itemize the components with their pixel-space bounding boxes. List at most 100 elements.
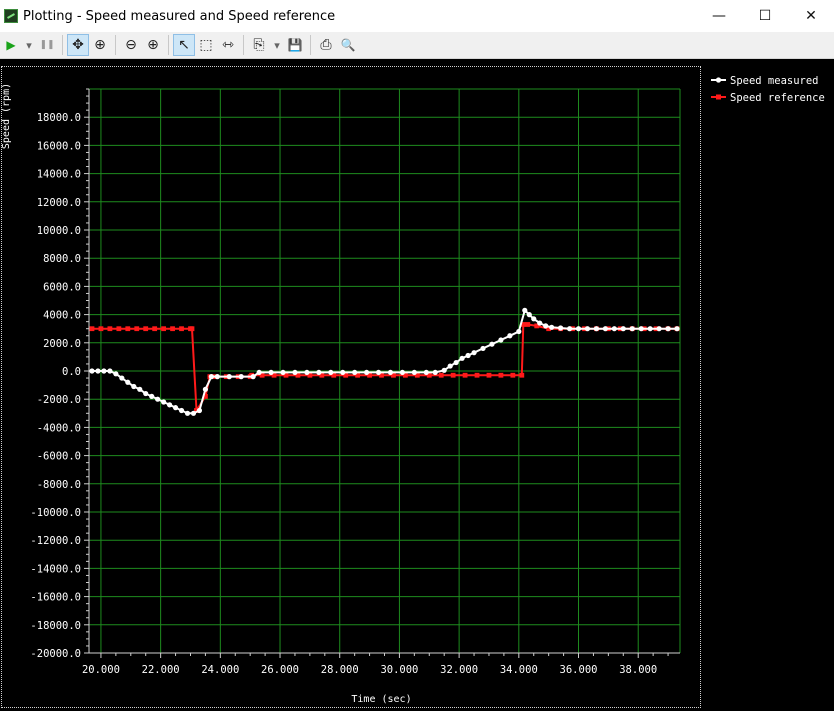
data-point bbox=[214, 374, 220, 380]
data-point bbox=[89, 326, 95, 332]
x-tick-label: 26.000 bbox=[261, 664, 299, 676]
data-point bbox=[611, 326, 617, 332]
y-tick-label: 14000.0 bbox=[37, 169, 81, 181]
y-tick-label: -2000.0 bbox=[37, 394, 81, 406]
zoom-out-icon[interactable]: ⊖ bbox=[120, 34, 142, 56]
toolbar-separator bbox=[168, 35, 169, 55]
play-menu-chevron-icon[interactable]: ▾ bbox=[22, 34, 36, 56]
data-point bbox=[340, 369, 346, 376]
data-point bbox=[549, 324, 555, 330]
data-point bbox=[161, 399, 167, 405]
legend-marker bbox=[715, 77, 722, 83]
cursor-icon[interactable]: ⇿ bbox=[217, 34, 239, 56]
data-point bbox=[226, 374, 232, 380]
data-point bbox=[543, 323, 549, 329]
data-point bbox=[125, 379, 131, 385]
y-tick-label: 18000.0 bbox=[37, 112, 81, 124]
data-point bbox=[131, 383, 137, 390]
data-point bbox=[250, 374, 256, 380]
data-point bbox=[316, 369, 322, 376]
data-point bbox=[510, 372, 516, 378]
toolbar-separator bbox=[310, 35, 311, 55]
zoom-in-icon[interactable]: ⊕ bbox=[142, 34, 164, 56]
data-point bbox=[107, 326, 113, 332]
data-point bbox=[519, 372, 525, 378]
data-point bbox=[292, 369, 298, 376]
data-point bbox=[474, 372, 480, 378]
y-tick-label: -10000.0 bbox=[30, 507, 81, 519]
data-point bbox=[280, 369, 286, 376]
data-point bbox=[471, 350, 477, 356]
data-point bbox=[465, 352, 471, 359]
speed-chart[interactable]: 18000.0 16000.0 14000.0 12000.0 10000.0 8000.… bbox=[0, 59, 834, 711]
save-icon[interactable]: 💾 bbox=[284, 34, 306, 56]
y-tick-label: 10000.0 bbox=[37, 225, 81, 237]
box-select-icon[interactable]: ⬚ bbox=[195, 34, 217, 56]
y-tick-label: 12000.0 bbox=[37, 197, 81, 209]
y-tick-label: 0.0 bbox=[62, 366, 81, 378]
select-pointer-icon[interactable]: ↖ bbox=[173, 34, 195, 56]
data-point bbox=[674, 326, 680, 332]
data-point bbox=[438, 372, 444, 378]
y-tick-label: -14000.0 bbox=[30, 563, 81, 575]
zoom-fit-icon[interactable]: ⊕ bbox=[89, 34, 111, 56]
x-tick-label: 24.000 bbox=[201, 664, 239, 676]
data-point bbox=[152, 326, 158, 332]
y-tick-label: -4000.0 bbox=[37, 422, 81, 434]
y-tick-label: 8000.0 bbox=[43, 253, 81, 265]
data-point bbox=[566, 326, 573, 332]
close-button[interactable]: ✕ bbox=[788, 0, 834, 32]
data-point bbox=[450, 372, 456, 378]
pause-icon[interactable]: ❚❚ bbox=[36, 34, 58, 56]
data-point bbox=[98, 326, 104, 332]
y-tick-label: -12000.0 bbox=[30, 535, 81, 547]
y-tick-label: 4000.0 bbox=[43, 310, 81, 322]
data-point bbox=[184, 410, 191, 416]
data-point bbox=[665, 326, 671, 332]
data-point bbox=[190, 410, 197, 416]
data-point bbox=[238, 374, 244, 380]
x-tick-label: 22.000 bbox=[142, 664, 180, 676]
minimize-button[interactable]: — bbox=[696, 0, 742, 32]
toolbar-separator bbox=[115, 35, 116, 55]
data-point bbox=[593, 326, 600, 332]
data-point bbox=[399, 369, 406, 376]
x-tick-label: 36.000 bbox=[560, 664, 598, 676]
series-line bbox=[92, 323, 677, 414]
data-point bbox=[531, 316, 537, 322]
copy-icon[interactable]: ⎘ bbox=[248, 34, 270, 56]
data-point bbox=[304, 369, 310, 376]
data-point bbox=[137, 386, 143, 392]
data-point bbox=[95, 368, 101, 374]
copy-menu-chevron-icon[interactable]: ▾ bbox=[270, 34, 284, 56]
x-tick-label: 34.000 bbox=[500, 664, 538, 676]
data-point bbox=[602, 326, 608, 332]
data-point bbox=[89, 368, 95, 374]
data-point bbox=[328, 369, 334, 376]
data-point bbox=[161, 326, 167, 332]
title-bar: Plotting - Speed measured and Speed refe… bbox=[0, 0, 834, 32]
x-tick-label: 20.000 bbox=[82, 664, 120, 676]
data-point bbox=[647, 326, 653, 332]
pan-icon[interactable]: ✥ bbox=[67, 34, 89, 56]
data-point bbox=[172, 405, 179, 411]
data-point bbox=[101, 368, 107, 374]
data-point bbox=[143, 390, 149, 397]
y-tick-label: -16000.0 bbox=[30, 592, 81, 604]
data-point bbox=[526, 312, 532, 318]
data-point bbox=[116, 326, 122, 332]
x-tick-label: 30.000 bbox=[380, 664, 418, 676]
data-point bbox=[149, 393, 155, 399]
play-icon[interactable]: ▶ bbox=[0, 34, 22, 56]
data-point bbox=[516, 328, 522, 335]
print-preview-icon[interactable]: 🔍 bbox=[337, 34, 359, 56]
data-point bbox=[119, 375, 125, 381]
legend-marker bbox=[716, 94, 721, 100]
data-point bbox=[256, 369, 262, 376]
data-point bbox=[558, 325, 564, 331]
x-tick-label: 28.000 bbox=[321, 664, 359, 676]
plot-area[interactable]: 18000.0 16000.0 14000.0 12000.0 10000.0 8000.… bbox=[0, 59, 834, 711]
data-point bbox=[375, 369, 382, 376]
maximize-button[interactable]: ☐ bbox=[742, 0, 788, 32]
print-icon[interactable]: ⎙ bbox=[315, 34, 337, 56]
